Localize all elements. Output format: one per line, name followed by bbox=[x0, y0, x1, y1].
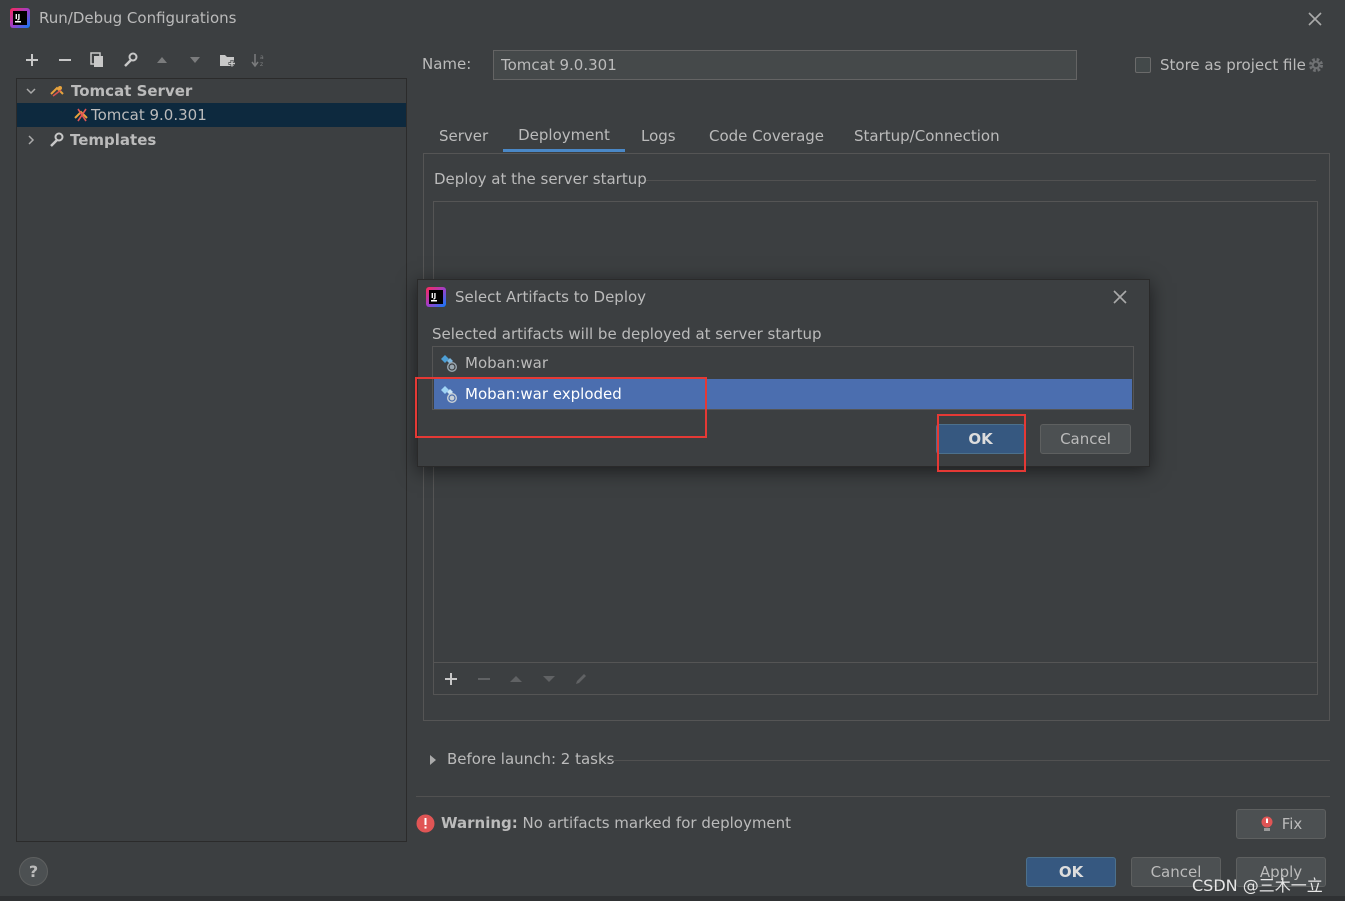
help-button[interactable]: ? bbox=[19, 857, 48, 886]
artifact-icon bbox=[439, 353, 459, 373]
tree-node-tomcat-server[interactable]: Tomcat Server bbox=[17, 79, 406, 103]
window-title: Run/Debug Configurations bbox=[39, 9, 237, 27]
chevron-down-icon[interactable] bbox=[26, 86, 36, 96]
tab-code-coverage[interactable]: Code Coverage bbox=[701, 120, 832, 152]
sort-icon[interactable]: az bbox=[249, 50, 271, 70]
tomcat-config-icon bbox=[73, 107, 91, 123]
store-as-project-file-checkbox[interactable] bbox=[1135, 57, 1151, 73]
svg-text:z: z bbox=[260, 61, 263, 68]
move-up-icon[interactable] bbox=[507, 670, 525, 688]
svg-text:IJ: IJ bbox=[431, 292, 436, 300]
gear-icon[interactable] bbox=[1307, 56, 1325, 74]
remove-icon[interactable] bbox=[475, 670, 493, 688]
footer-divider bbox=[416, 796, 1330, 797]
error-icon bbox=[416, 814, 435, 833]
name-input[interactable] bbox=[493, 50, 1077, 80]
tree-label-templates: Templates bbox=[70, 131, 157, 149]
dialog-title: Select Artifacts to Deploy bbox=[455, 288, 647, 306]
watermark: CSDN @三木一立 bbox=[1192, 876, 1323, 895]
error-icon bbox=[1260, 816, 1274, 832]
warning-text: No artifacts marked for deployment bbox=[517, 814, 792, 832]
wrench-icon bbox=[48, 132, 66, 148]
folder-add-icon[interactable] bbox=[217, 50, 239, 70]
bottom-edge bbox=[0, 896, 1345, 901]
tree-label-tomcat-config: Tomcat 9.0.301 bbox=[91, 106, 207, 124]
tab-deployment[interactable]: Deployment bbox=[503, 120, 625, 152]
tab-server[interactable]: Server bbox=[431, 120, 496, 152]
close-window-icon[interactable] bbox=[1304, 8, 1326, 30]
dialog-description: Selected artifacts will be deployed at s… bbox=[432, 325, 822, 343]
warning-label: Warning: bbox=[441, 814, 518, 832]
close-icon[interactable] bbox=[1110, 287, 1130, 307]
remove-icon[interactable] bbox=[54, 50, 76, 70]
move-up-icon[interactable] bbox=[151, 50, 173, 70]
tab-startup-connection[interactable]: Startup/Connection bbox=[846, 120, 1008, 152]
expand-arrow-icon[interactable] bbox=[428, 754, 438, 766]
tree-label-tomcat-server: Tomcat Server bbox=[71, 82, 193, 100]
store-as-project-file-label[interactable]: Store as project file bbox=[1160, 56, 1306, 74]
move-down-icon[interactable] bbox=[540, 670, 558, 688]
section-divider bbox=[612, 760, 1330, 761]
tomcat-icon bbox=[49, 83, 67, 99]
artifact-item-war[interactable]: Moban:war bbox=[434, 348, 1132, 378]
warning-message: Warning: No artifacts marked for deploym… bbox=[441, 814, 791, 832]
svg-text:a: a bbox=[260, 54, 264, 61]
intellij-logo-icon: IJ bbox=[426, 287, 446, 307]
tab-logs[interactable]: Logs bbox=[633, 120, 684, 152]
deploy-list-toolbar bbox=[433, 663, 1318, 695]
move-down-icon[interactable] bbox=[184, 50, 206, 70]
add-icon[interactable] bbox=[21, 50, 43, 70]
ok-button[interactable]: OK bbox=[1026, 857, 1116, 887]
configuration-tree: Tomcat Server Tomcat 9.0.301 Templates bbox=[16, 78, 407, 842]
wrench-icon[interactable] bbox=[119, 50, 141, 70]
before-launch-label[interactable]: Before launch: 2 tasks bbox=[447, 750, 614, 768]
edit-icon[interactable] bbox=[572, 670, 590, 688]
intellij-logo-icon: IJ bbox=[10, 8, 30, 28]
tree-node-tomcat-config[interactable]: Tomcat 9.0.301 bbox=[17, 103, 406, 127]
tree-node-templates[interactable]: Templates bbox=[17, 128, 406, 152]
highlight-box bbox=[937, 414, 1026, 472]
artifact-label: Moban:war bbox=[465, 354, 549, 372]
fix-button[interactable]: Fix bbox=[1236, 809, 1326, 839]
highlight-box bbox=[415, 377, 707, 438]
chevron-right-icon[interactable] bbox=[26, 135, 36, 145]
name-label: Name: bbox=[422, 55, 472, 73]
svg-text:IJ: IJ bbox=[15, 13, 20, 21]
add-icon[interactable] bbox=[442, 670, 460, 688]
fix-button-label: Fix bbox=[1281, 815, 1303, 833]
copy-icon[interactable] bbox=[86, 50, 108, 70]
deploy-section-title: Deploy at the server startup bbox=[434, 170, 647, 188]
dialog-cancel-button[interactable]: Cancel bbox=[1040, 424, 1131, 454]
section-divider bbox=[646, 180, 1316, 181]
